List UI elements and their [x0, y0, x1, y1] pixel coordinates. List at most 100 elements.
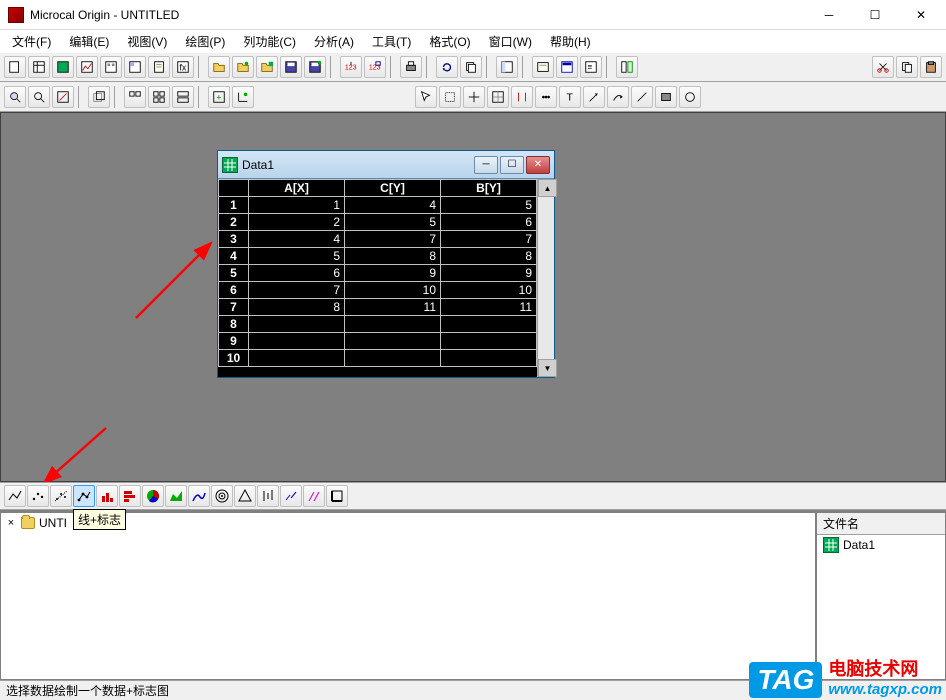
row-header[interactable]: 6: [219, 282, 249, 299]
row-header[interactable]: 5: [219, 265, 249, 282]
data-cell[interactable]: [345, 316, 441, 333]
menu-edit[interactable]: 编辑(E): [61, 32, 117, 51]
add-column-icon[interactable]: [616, 56, 638, 78]
line-symbol-plot-icon[interactable]: [73, 485, 95, 507]
line-tool-icon[interactable]: [631, 86, 653, 108]
screen-reader-icon[interactable]: [487, 86, 509, 108]
data-cell[interactable]: 11: [441, 299, 537, 316]
table-row[interactable]: 671010: [219, 282, 537, 299]
maximize-button[interactable]: ☐: [852, 1, 898, 29]
file-item[interactable]: Data1: [817, 535, 945, 555]
print-icon[interactable]: [400, 56, 422, 78]
column-plot-icon[interactable]: [96, 485, 118, 507]
vertical-scrollbar[interactable]: [537, 179, 554, 377]
zoom-icon[interactable]: [4, 86, 26, 108]
menu-format[interactable]: 格式(O): [421, 32, 478, 51]
refresh-icon[interactable]: [436, 56, 458, 78]
add-plot-icon[interactable]: +: [208, 86, 230, 108]
files-pane[interactable]: 文件名 Data1: [816, 512, 946, 680]
data-cell[interactable]: 10: [345, 282, 441, 299]
data-cell[interactable]: 4: [249, 231, 345, 248]
project-root-label[interactable]: UNTI: [39, 516, 67, 530]
curved-arrow-icon[interactable]: [607, 86, 629, 108]
import-ascii-icon[interactable]: 123: [340, 56, 362, 78]
row-header[interactable]: 9: [219, 333, 249, 350]
table-row[interactable]: 5699: [219, 265, 537, 282]
row-header[interactable]: 7: [219, 299, 249, 316]
child-maximize-button[interactable]: ☐: [500, 156, 524, 174]
table-row[interactable]: 4588: [219, 248, 537, 265]
data-reader-icon[interactable]: [463, 86, 485, 108]
scatter-plot-icon[interactable]: [27, 485, 49, 507]
data-cell[interactable]: 8: [441, 248, 537, 265]
copy-icon[interactable]: [896, 56, 918, 78]
table-row[interactable]: 1145: [219, 197, 537, 214]
data-cell[interactable]: 6: [441, 214, 537, 231]
row-header[interactable]: 2: [219, 214, 249, 231]
pointer-icon[interactable]: [415, 86, 437, 108]
polar-plot-icon[interactable]: [188, 485, 210, 507]
arrange-icon[interactable]: [172, 86, 194, 108]
layer-icon[interactable]: [88, 86, 110, 108]
paste-icon[interactable]: [920, 56, 942, 78]
dot-line-plot-icon[interactable]: [50, 485, 72, 507]
row-header[interactable]: 3: [219, 231, 249, 248]
col-header-b[interactable]: B[Y]: [441, 180, 537, 197]
results-log-icon[interactable]: [532, 56, 554, 78]
new-function-icon[interactable]: fx: [172, 56, 194, 78]
data-cell[interactable]: [441, 350, 537, 367]
code-builder-icon[interactable]: [556, 56, 578, 78]
row-header[interactable]: 1: [219, 197, 249, 214]
data-cell[interactable]: 7: [249, 282, 345, 299]
rescale-icon[interactable]: [52, 86, 74, 108]
text-tool-icon[interactable]: T: [559, 86, 581, 108]
highlow-plot-icon[interactable]: [257, 485, 279, 507]
data-cell[interactable]: 6: [249, 265, 345, 282]
corner-cell[interactable]: [219, 180, 249, 197]
project-explorer-pane[interactable]: × UNTI 线+标志: [0, 512, 816, 680]
project-explorer-icon[interactable]: [496, 56, 518, 78]
col-header-c[interactable]: C[Y]: [345, 180, 441, 197]
row-header[interactable]: 4: [219, 248, 249, 265]
bar-plot-icon[interactable]: [119, 485, 141, 507]
circle-tool-icon[interactable]: [679, 86, 701, 108]
data-cell[interactable]: 11: [345, 299, 441, 316]
ternary-plot-icon[interactable]: [234, 485, 256, 507]
data-selector-icon[interactable]: [511, 86, 533, 108]
data-cell[interactable]: 1: [249, 197, 345, 214]
new-worksheet-icon[interactable]: [28, 56, 50, 78]
duplicate-icon[interactable]: [460, 56, 482, 78]
new-project-icon[interactable]: [4, 56, 26, 78]
data-cell[interactable]: [441, 316, 537, 333]
child-minimize-button[interactable]: ─: [474, 156, 498, 174]
menu-window[interactable]: 窗口(W): [481, 32, 540, 51]
line-plot-icon[interactable]: [4, 485, 26, 507]
table-row[interactable]: 8: [219, 316, 537, 333]
data-cell[interactable]: 5: [345, 214, 441, 231]
add-axes-icon[interactable]: [232, 86, 254, 108]
data-cell[interactable]: 10: [441, 282, 537, 299]
new-graph-icon[interactable]: [76, 56, 98, 78]
menu-tools[interactable]: 工具(T): [364, 32, 419, 51]
open-icon[interactable]: [208, 56, 230, 78]
menu-analysis[interactable]: 分析(A): [306, 32, 362, 51]
col-header-a[interactable]: A[X]: [249, 180, 345, 197]
data-cell[interactable]: 4: [345, 197, 441, 214]
worksheet-window[interactable]: Data1 ─ ☐ ✕ A[X] C[Y] B[Y] 1145225634774…: [217, 150, 555, 378]
data-grid[interactable]: A[X] C[Y] B[Y] 1145225634774588569967101…: [218, 179, 537, 367]
target-plot-icon[interactable]: [211, 485, 233, 507]
data-cell[interactable]: 9: [345, 265, 441, 282]
table-row[interactable]: 2256: [219, 214, 537, 231]
new-excel-icon[interactable]: [52, 56, 74, 78]
menu-file[interactable]: 文件(F): [4, 32, 59, 51]
zoom-rect-icon[interactable]: [439, 86, 461, 108]
new-matrix-icon[interactable]: [100, 56, 122, 78]
menu-column[interactable]: 列功能(C): [235, 32, 304, 51]
arrow-tool-icon[interactable]: [583, 86, 605, 108]
data-cell[interactable]: 7: [441, 231, 537, 248]
script-window-icon[interactable]: ≡: [580, 56, 602, 78]
open-excel-icon[interactable]: [256, 56, 278, 78]
close-button[interactable]: ✕: [898, 1, 944, 29]
data-cell[interactable]: [249, 316, 345, 333]
data-cell[interactable]: 9: [441, 265, 537, 282]
